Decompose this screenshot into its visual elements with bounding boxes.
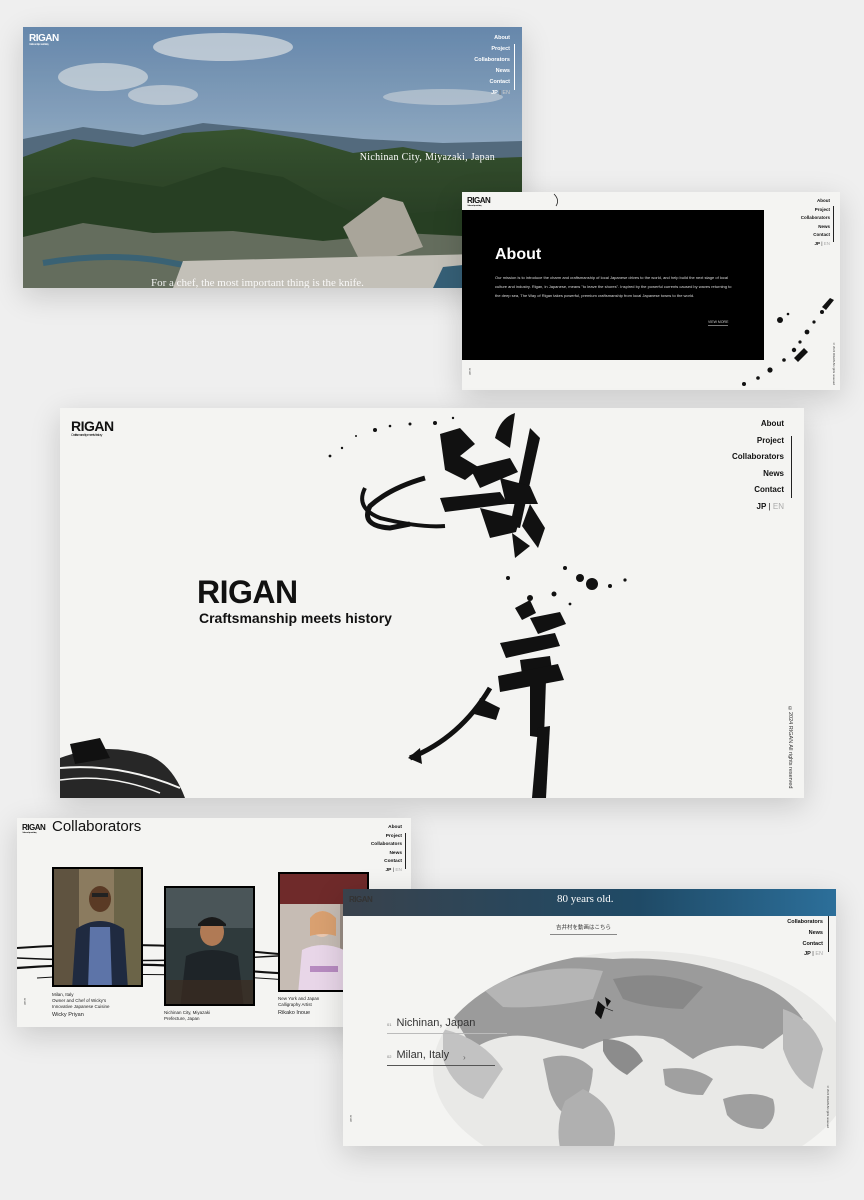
view-more-link[interactable]: VIEW MORE [708,320,729,326]
logo-tagline: Craftsmanship meets history [467,205,482,207]
nav-collaborators[interactable]: Collaborators [801,214,830,223]
nav-news[interactable]: News [474,66,510,77]
lang-separator: | [812,951,814,958]
main-nav: Collaborators News Contact JP | EN [787,917,823,960]
lang-jp[interactable]: JP [804,951,811,957]
copyright-vertical: ©2024 RIGAN All rights reserved [787,706,793,789]
location-number: 02 [387,1054,392,1059]
nav-about[interactable]: About [801,197,830,206]
hero-title: RIGAN [197,574,298,610]
location-label: Nichinan, Japan [396,1017,476,1029]
nav-project[interactable]: Project [474,44,510,55]
lang-jp[interactable]: JP [386,868,392,873]
language-switch[interactable]: JP | EN [787,949,823,960]
collaborator-photo-2[interactable] [164,886,255,1006]
nav-about[interactable]: About [474,33,510,44]
nav-divider [405,833,406,869]
collaborator-info-2: Nichinan City, Miyazaki Prefecture, Japa… [164,1010,224,1022]
nav-contact[interactable]: Contact [474,77,510,88]
about-panel: About Our mission is to introduce the ch… [462,210,764,360]
about-screen: RIGAN Craftsmanship meets history About … [462,192,840,390]
collaborator-photo-1[interactable] [52,867,143,987]
collaborator-name: Rikako Inoue [278,1010,311,1016]
lang-en[interactable]: EN [395,868,402,873]
collaborator-role: Calligraphy Artist [278,1002,312,1007]
lang-en[interactable]: EN [815,951,823,957]
language-switch[interactable]: JP | EN [474,88,510,99]
calligraphy-rigan-artwork [60,413,627,798]
map-screen: 80 years old. RIGAN 吉井村を動画はこちら 01 Nichin [343,889,836,1146]
nav-about[interactable]: About [732,416,784,433]
aerial-hero-screen: RIGAN Craftsmanship meets history About … [23,27,522,288]
nav-contact[interactable]: Contact [787,939,823,950]
lang-separator: | [499,90,501,96]
language-switch[interactable]: JP | EN [371,867,402,876]
arrow-icon[interactable]: › [463,1053,466,1062]
location-label: Milan, Italy [396,1049,450,1061]
nav-news[interactable]: News [732,466,784,483]
nav-project[interactable]: Project [801,206,830,215]
nav-divider [514,44,515,90]
hero-subtitle: Craftsmanship meets history [199,610,392,626]
lang-separator: | [768,501,771,511]
nav-collaborators[interactable]: Collaborators [371,841,402,850]
collaborator-info-3: New York and Japan Calligraphy Artist Ri… [278,996,338,1016]
collaborator-role: Owner and Chef of Wicky's Innovative Jap… [52,998,110,1009]
nav-project[interactable]: Project [371,833,402,842]
nav-contact[interactable]: Contact [732,482,784,499]
lang-en[interactable]: EN [773,502,784,511]
knife-quote: For a chef, the most important thing is … [151,277,364,288]
scroll-indicator: scroll [23,998,27,1005]
nav-project[interactable]: Project [732,433,784,450]
copyright-vertical: ©2024 RIGAN All rights reserved [826,1085,830,1128]
portrait-wicky-priyan [54,869,141,985]
language-switch[interactable]: JP | EN [732,499,784,516]
about-heading: About [495,246,542,263]
nav-news[interactable]: News [371,850,402,859]
nav-contact[interactable]: Contact [801,231,830,240]
copyright-vertical: ©2024 RIGAN All rights reserved [832,342,836,385]
main-nav: About Project Collaborators News Contact… [801,197,830,248]
nav-collaborators[interactable]: Collaborators [732,449,784,466]
lang-en[interactable]: EN [502,90,510,96]
nav-collaborators[interactable]: Collaborators [474,55,510,66]
lang-separator: | [821,240,823,246]
lang-jp[interactable]: JP [815,241,820,246]
nav-news[interactable]: News [787,928,823,939]
lang-jp[interactable]: JP [757,502,767,511]
lang-en[interactable]: EN [824,241,830,246]
scroll-indicator: scroll [468,368,472,375]
main-nav: About Project Collaborators News Contact… [371,824,402,875]
logo-text: RIGAN [467,196,491,205]
nav-about[interactable]: About [371,824,402,833]
main-nav: About Project Collaborators News Contact… [474,33,510,99]
location-number: 01 [387,1022,392,1027]
language-switch[interactable]: JP | EN [801,240,831,249]
lang-separator: | [392,867,394,873]
main-nav: About Project Collaborators News Contact… [732,416,784,515]
scroll-indicator: scroll [349,1115,353,1122]
nav-collaborators[interactable]: Collaborators [787,917,823,928]
nav-divider [791,436,792,498]
location-caption: Nichinan City, Miyazaki, Japan [359,152,495,163]
nav-contact[interactable]: Contact [371,858,402,867]
location-item-1[interactable]: 01 Nichinan, Japan [387,1017,507,1034]
home-hero-screen: RIGAN Craftsmanship meets history RIGAN … [60,408,804,798]
logo[interactable]: RIGAN Craftsmanship meets history [29,33,59,46]
collaborator-place: Nichinan City, Miyazaki Prefecture, Japa… [164,1010,211,1021]
nav-divider [833,206,834,242]
nav-news[interactable]: News [801,223,830,232]
logo[interactable]: RIGAN Craftsmanship meets history [467,196,491,207]
about-body: Our mission is to introduce the charm an… [495,275,732,298]
lang-jp[interactable]: JP [491,90,498,96]
collaborator-info-1: Milan, Italy Owner and Chef of Wicky's I… [52,992,112,1018]
portrait-craftsman [166,888,253,1004]
location-item-2[interactable]: 02 Milan, Italy [387,1049,495,1066]
nav-divider [828,916,829,952]
collaborator-name: Wicky Priyan [52,1012,84,1018]
